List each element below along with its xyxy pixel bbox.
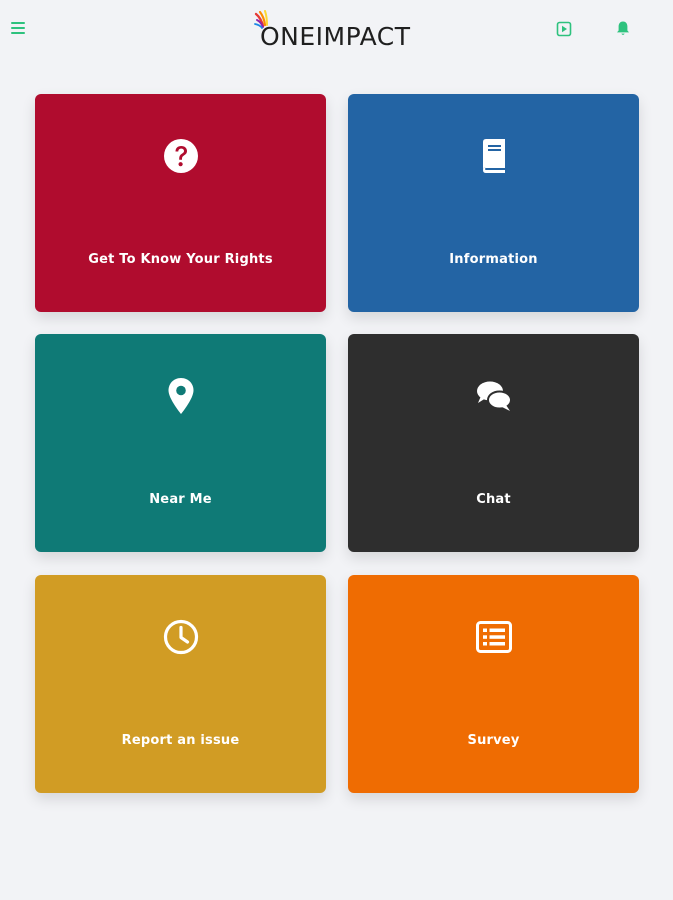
brand-name: ONEIMPACT <box>260 22 411 51</box>
tile-label: Survey <box>467 733 520 748</box>
clock-icon <box>163 619 198 655</box>
map-pin-icon <box>168 378 193 414</box>
question-circle-icon <box>163 139 198 173</box>
chat-bubbles-icon <box>476 381 512 411</box>
tile-get-to-know-your-rights[interactable]: Get To Know Your Rights <box>35 94 326 312</box>
notification-bell-icon[interactable] <box>615 20 631 37</box>
tile-label: Information <box>449 252 538 267</box>
tile-information[interactable]: Information <box>348 94 639 312</box>
brand-logo: ONEIMPACT <box>254 10 424 51</box>
top-bar: ONEIMPACT <box>0 0 673 60</box>
tile-near-me[interactable]: Near Me <box>35 334 326 552</box>
video-icon[interactable] <box>556 21 572 37</box>
tile-label: Chat <box>476 492 511 507</box>
tile-report-an-issue[interactable]: Report an issue <box>35 575 326 793</box>
tile-label: Get To Know Your Rights <box>88 252 273 267</box>
menu-icon[interactable] <box>11 22 25 34</box>
tile-chat[interactable]: Chat <box>348 334 639 552</box>
book-icon <box>482 139 505 173</box>
tile-survey[interactable]: Survey <box>348 575 639 793</box>
tile-label: Near Me <box>149 492 212 507</box>
list-icon <box>475 621 512 653</box>
tile-label: Report an issue <box>121 733 240 748</box>
